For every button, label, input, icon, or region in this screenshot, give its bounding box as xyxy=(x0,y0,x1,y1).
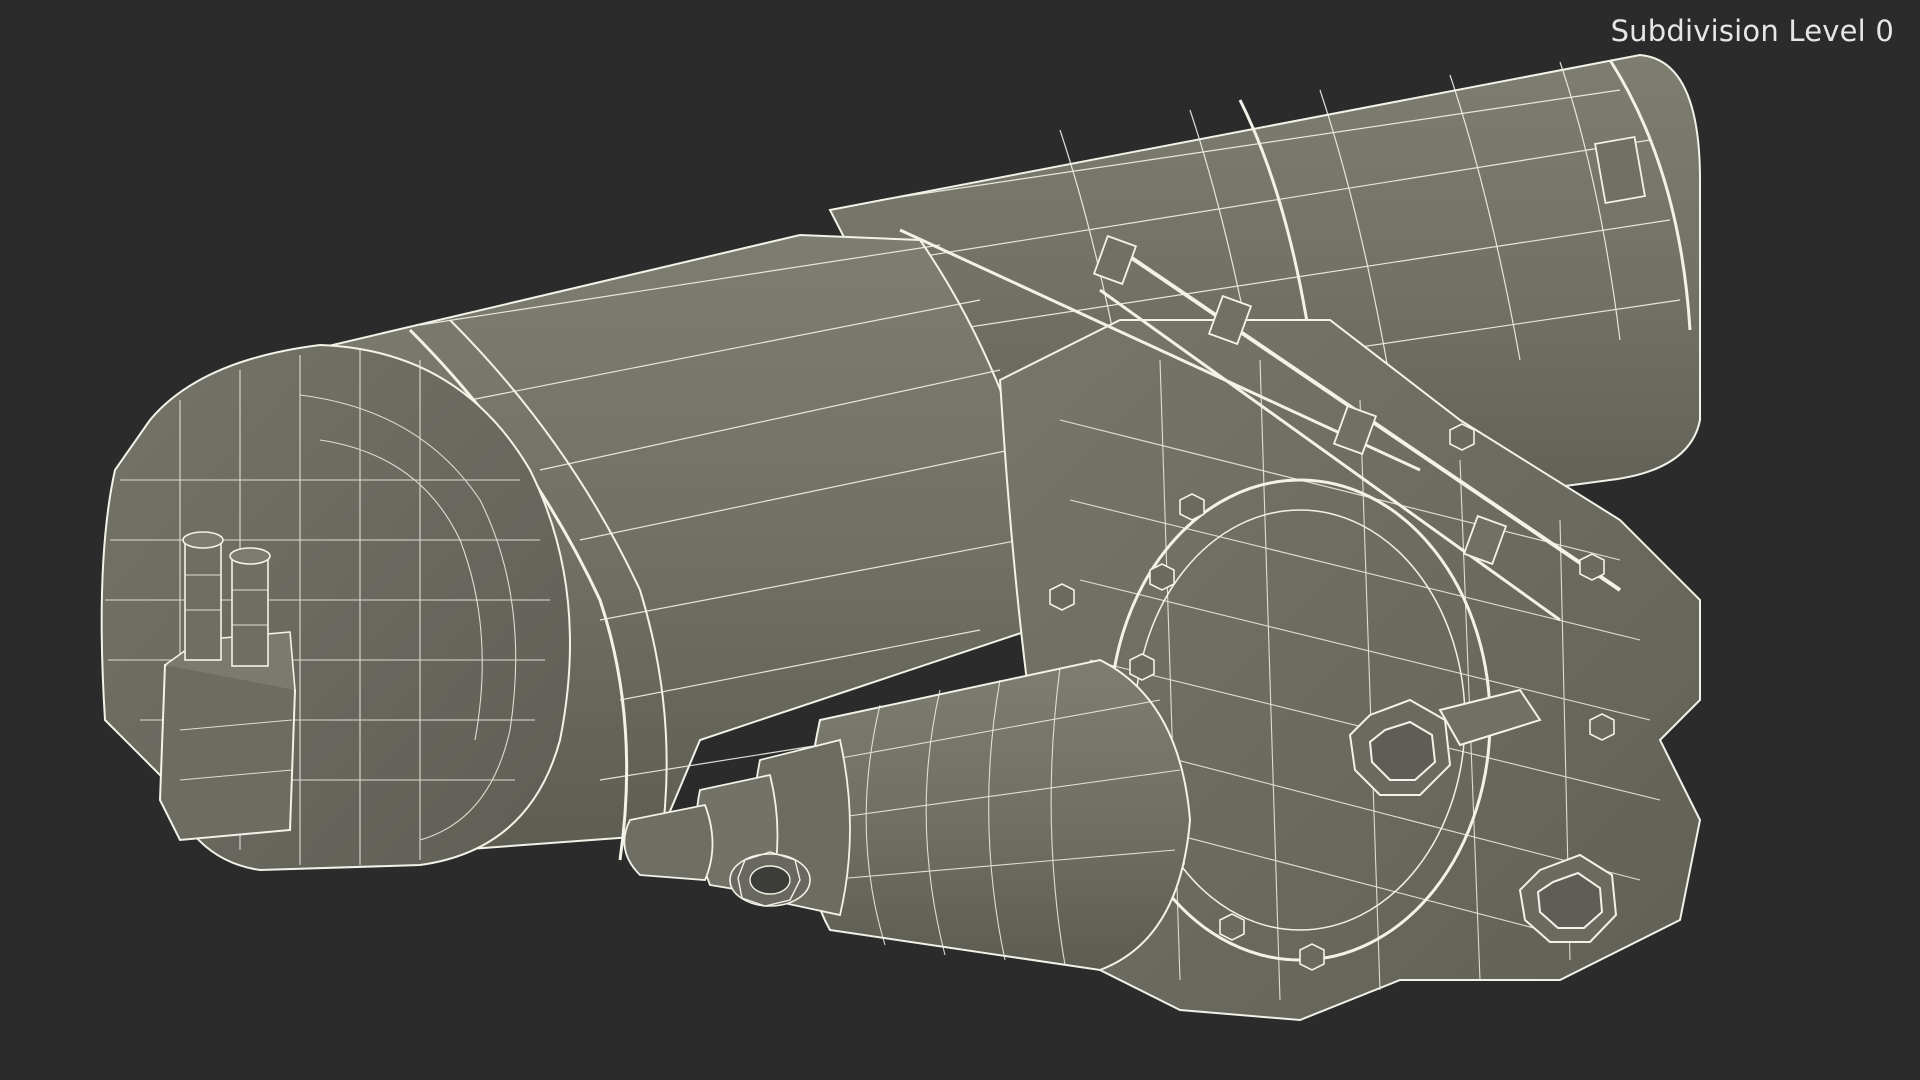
3d-viewport[interactable]: Subdivision Level 0 xyxy=(0,0,1920,1080)
subdivision-level-label: Subdivision Level 0 xyxy=(1610,14,1894,48)
wireframe-model xyxy=(100,53,1702,1022)
